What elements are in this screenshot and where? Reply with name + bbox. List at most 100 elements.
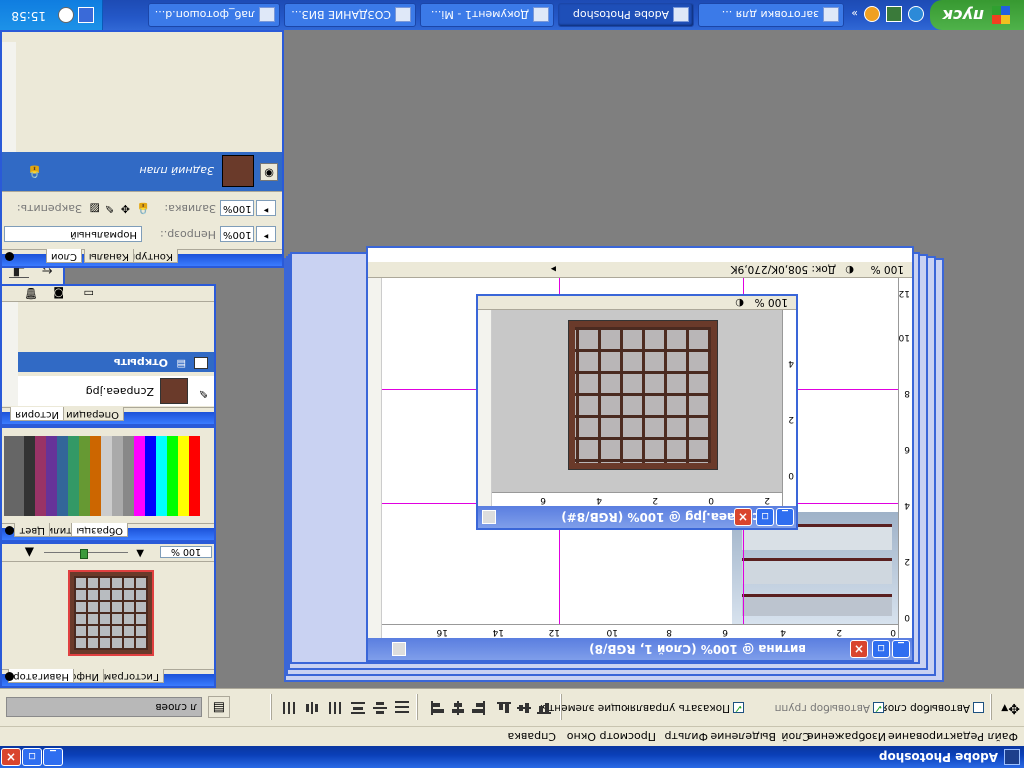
autoselect-layer-checkbox[interactable]: Автовыбор слоя — [881, 702, 984, 714]
swatch-grid[interactable] — [4, 436, 200, 516]
menu-select[interactable]: Выделение — [710, 730, 776, 743]
status-info-icon[interactable]: ◐ — [845, 264, 854, 275]
checkbox-icon — [873, 702, 884, 714]
doc-main-title: витина @ 100% (Слой 1, RGB/8) — [589, 642, 806, 656]
opacity-dropdown-arrow-icon[interactable]: ▸ — [256, 226, 276, 242]
align-top-icon[interactable] — [536, 701, 552, 715]
taskbar-button[interactable]: Документ1 - Mi... — [420, 3, 554, 27]
taskbar-button[interactable]: заготовки для ... — [698, 3, 844, 27]
tab-swatches[interactable]: Образцы — [71, 523, 128, 537]
taskbar-button[interactable]: лаб_фотошоп.d... — [148, 3, 280, 27]
align-left-icon[interactable] — [470, 701, 486, 715]
network-tray-icon[interactable] — [78, 7, 94, 23]
fill-label: Заливка: — [164, 202, 216, 215]
panel-menu-icon[interactable] — [5, 252, 14, 261]
snapshot-camera-icon[interactable]: ◙ — [53, 287, 64, 300]
tab-actions[interactable]: Операции — [61, 407, 124, 421]
distribute-vcenter-icon[interactable] — [372, 701, 388, 715]
lock-transparency-icon[interactable]: ▨ — [90, 202, 100, 215]
show-transform-checkbox[interactable]: Показать управляющие элементы — [540, 702, 744, 714]
quicklaunch-icon[interactable] — [864, 6, 880, 22]
panel-menu-icon[interactable] — [5, 526, 14, 535]
zoom-out-icon[interactable]: ▲ — [136, 548, 144, 559]
zoom-slider-thumb[interactable] — [80, 549, 88, 559]
menu-edit[interactable]: Редактирование — [888, 730, 984, 743]
menu-view[interactable]: Просмотр — [600, 730, 656, 743]
align-right-icon[interactable] — [430, 701, 446, 715]
align-bottom-icon[interactable] — [496, 701, 512, 715]
doc-scrollbar-vertical[interactable] — [478, 310, 492, 506]
status-info-icon[interactable]: ◐ — [735, 297, 744, 308]
fill-dropdown-arrow-icon[interactable]: ▸ — [256, 200, 276, 216]
quicklaunch-icon[interactable] — [886, 6, 902, 22]
new-document-icon[interactable]: ▭ — [84, 287, 94, 300]
layer-row-background[interactable]: ◉ Задний план 🔒 — [2, 152, 282, 192]
layer-visibility-eye-icon[interactable]: ◉ — [260, 163, 278, 181]
distribute-top-icon[interactable] — [394, 701, 410, 715]
menu-image[interactable]: Изображение — [807, 730, 886, 743]
doc-close-button[interactable]: × — [734, 508, 752, 526]
tab-navigator[interactable]: Навигатор — [8, 669, 74, 683]
doc-small-zoom-readout[interactable]: 100 % — [755, 296, 788, 308]
navigator-thumbnail[interactable] — [68, 570, 154, 656]
palette-well-icon[interactable]: ▤ — [208, 696, 230, 718]
ie-quicklaunch-icon[interactable] — [908, 6, 924, 22]
history-step-open[interactable]: ▤ Открыть — [18, 352, 214, 372]
autoselect-groups-checkbox[interactable]: Автовыбор групп — [775, 702, 884, 714]
doc-small-canvas[interactable] — [492, 310, 782, 492]
blend-mode-select[interactable]: Нормальный — [4, 226, 142, 242]
distribute-right-icon[interactable] — [282, 701, 298, 715]
minimize-button[interactable]: _ — [43, 748, 63, 766]
align-vcenter-icon[interactable] — [516, 701, 532, 715]
move-tool-icon[interactable]: ✥▾ — [1001, 700, 1020, 716]
lock-all-icon[interactable]: 🔒 — [136, 202, 150, 215]
ruler-label: 6 — [540, 495, 546, 505]
status-arrow-icon[interactable]: ▸ — [551, 263, 556, 275]
taskbar-button[interactable]: СОЗДАНИЕ ВИЗ... — [284, 3, 416, 27]
doc-minimize-button[interactable]: _ — [776, 508, 794, 526]
tab-color[interactable]: Цвет — [14, 523, 50, 537]
doc-maximize-button[interactable]: ▫ — [872, 640, 890, 658]
start-button[interactable]: пуск — [930, 0, 1024, 30]
lock-image-icon[interactable]: ✎ — [105, 202, 114, 215]
ruler-top: 0 2 4 6 8 10 12 14 16 — [382, 624, 898, 638]
menu-window[interactable]: Окно — [567, 730, 596, 743]
close-button[interactable]: × — [1, 748, 21, 766]
swatches-panel: Стили Образцы Цвет — [0, 426, 216, 542]
fill-input[interactable]: 100% — [220, 200, 254, 216]
screen-root: Adobe Photoshop _ ▫ × Файл Редактировани… — [0, 0, 1024, 768]
tab-history[interactable]: История — [10, 407, 64, 421]
menu-help[interactable]: Справка — [508, 730, 556, 743]
zoom-in-icon[interactable]: ▲ — [25, 546, 34, 560]
doc-scrollbar-vertical[interactable] — [368, 278, 382, 638]
history-scrollbar[interactable] — [2, 302, 18, 406]
tab-channels[interactable]: Каналы — [83, 249, 134, 263]
snapshot-brush-icon[interactable]: ✎ — [199, 387, 208, 400]
tray-app-icon[interactable] — [58, 7, 74, 23]
layers-scrollbar[interactable] — [2, 42, 16, 152]
taskbar-button-photoshop[interactable]: Adobe Photoshop — [558, 3, 694, 27]
align-hcenter-icon[interactable] — [450, 701, 466, 715]
navigator-zoom-input[interactable]: 100 % — [160, 546, 212, 558]
distribute-hcenter-icon[interactable] — [304, 701, 320, 715]
distribute-bottom-icon[interactable] — [350, 701, 366, 715]
doc-zoom-readout[interactable]: 100 % — [871, 263, 904, 275]
tab-layers[interactable]: Слои — [46, 249, 82, 263]
doc-minimize-button[interactable]: _ — [892, 640, 910, 658]
lock-position-icon[interactable]: ✥ — [121, 202, 130, 215]
distribute-left-icon[interactable] — [326, 701, 342, 715]
quicklaunch-chevron-icon[interactable]: » — [851, 7, 858, 20]
menu-layer[interactable]: Слой — [781, 730, 810, 743]
menu-file[interactable]: Файл — [988, 730, 1018, 743]
trash-icon[interactable]: 🗑 — [24, 287, 38, 300]
opacity-input[interactable]: 100% — [220, 226, 254, 242]
menu-filter[interactable]: Фильтр — [664, 730, 708, 743]
layer-comps-field[interactable]: л слоев — [6, 697, 202, 717]
restore-button[interactable]: ▫ — [22, 748, 42, 766]
history-snapshot-row[interactable]: ✎ Zcnpaea.jpg — [2, 376, 214, 406]
open-step-label: Открыть — [113, 356, 168, 369]
doc-window-small[interactable]: Zcnpaea.jpg @ 100% (RGB/8#) _ ▫ × 2 0 2 … — [476, 294, 798, 530]
doc-maximize-button[interactable]: ▫ — [756, 508, 774, 526]
doc-close-button[interactable]: × — [850, 640, 868, 658]
panel-menu-icon[interactable] — [5, 672, 14, 681]
